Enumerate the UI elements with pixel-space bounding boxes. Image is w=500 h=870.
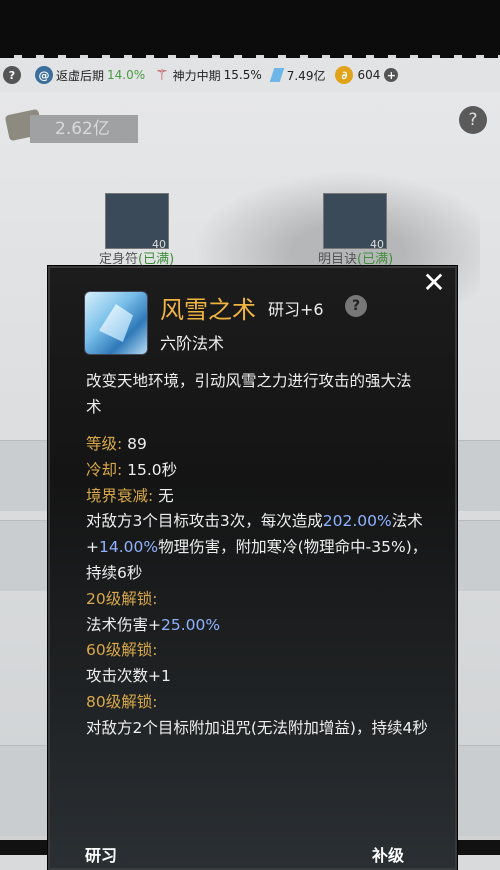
study-button[interactable]: 研习 [85,842,117,866]
upgrade-button[interactable]: 补级 [372,842,404,866]
add-coins-button[interactable]: + [384,68,399,82]
level-row: 等级: 89 [86,435,147,453]
unlock20-label: 20级解锁: [86,589,158,608]
crystal-icon [269,68,285,82]
effect-text: 对敌方3个目标攻击3次，每次造成202.00%法术+14.00%物理伤害，附加寒… [86,512,428,582]
realm2-percent: 15.5% [223,68,262,82]
swirl-icon: @ [35,66,53,84]
skill-left-label: 定身符(已满) [99,252,175,267]
background-help-button[interactable]: ? [459,106,487,134]
top-banner [0,0,500,61]
skill-slot-left[interactable]: 40 [105,193,169,251]
unlock20-text: 法术伤害+25.00% [86,615,221,634]
skill-icon [84,291,148,355]
skill-description: 改变天地环境，引动风雪之力进行攻击的强大法术 [86,372,412,416]
unlock60-text: 攻击次数+1 [86,667,171,686]
skill-title: 风雪之术 [160,296,256,324]
status-bar: ? @ 返虚后期 14.0% ⚚ 神力中期 15.5% 7.49亿 ∂ 604 … [0,58,500,92]
decay-row: 境界衰减: 无 [86,486,174,505]
realm2-label: 神力中期 [172,68,221,83]
skill-details: 等级: 89 冷却: 15.0秒 境界衰减: 无 对敌方3个目标攻击3次，每次造… [86,432,431,742]
skill-right-label: 明目诀(已满) [318,252,394,267]
cooldown-row: 冷却: 15.0秒 [86,460,178,479]
close-button[interactable]: ✕ [418,268,450,298]
coin-icon: ∂ [335,66,354,84]
money-display: 2.62亿 [30,115,138,143]
realm1-percent: 14.0% [107,68,146,82]
skill-subtype: 六阶法术 [160,334,225,353]
trident-icon: ⚚ [155,66,169,84]
skill-help-button[interactable]: ? [345,295,367,317]
unlock80-text: 对敌方2个目标附加诅咒(无法附加增益)，持续4秒 [86,718,428,737]
skill-study-level: 研习+6 [268,300,324,319]
skill-slot-right[interactable]: 40 [323,193,387,251]
crystal-count: 7.49亿 [286,68,326,83]
realm1-label: 返虚后期 [56,68,105,83]
coin-count: 604 [357,68,381,82]
unlock80-label: 80级解锁: [86,692,158,711]
help-icon[interactable]: ? [3,66,21,84]
unlock60-label: 60级解锁: [86,641,158,660]
